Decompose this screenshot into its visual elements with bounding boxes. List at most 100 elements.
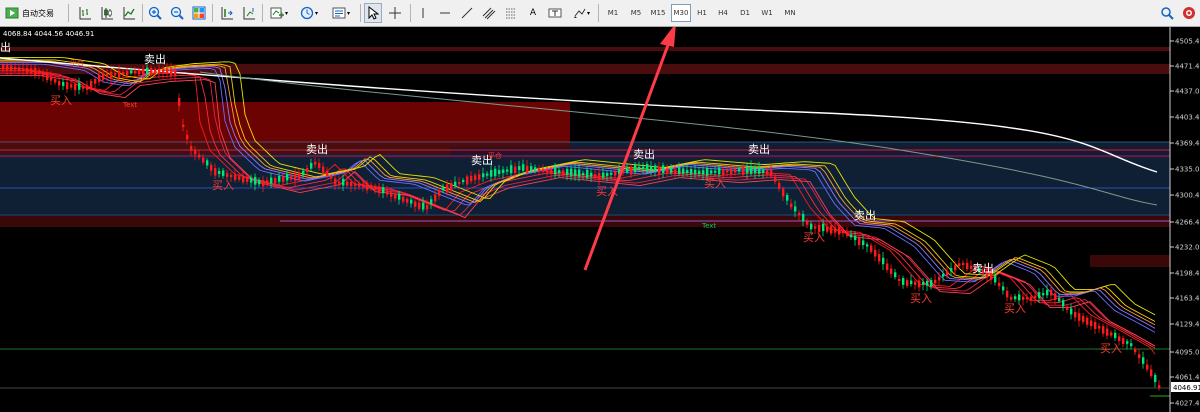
candle-body — [710, 170, 713, 174]
account-button[interactable] — [1180, 3, 1198, 23]
zoom-out-button[interactable] — [168, 3, 186, 23]
trendline-tool-button[interactable] — [458, 3, 476, 23]
candle-body — [1030, 296, 1033, 300]
candle-body — [922, 281, 925, 285]
price-axis-label: 4129.40 — [1175, 321, 1200, 329]
auto-scroll-button[interactable] — [240, 3, 258, 23]
candle-body — [398, 193, 401, 200]
candle-body — [1026, 297, 1029, 300]
candle-body — [642, 166, 645, 170]
candle-body — [450, 182, 453, 191]
candle-body — [1082, 316, 1085, 322]
candle-body — [86, 85, 89, 90]
tf-h4[interactable]: H4 — [714, 4, 732, 22]
search-icon — [1161, 7, 1174, 20]
vertical-line-tool-button[interactable] — [414, 3, 432, 23]
candle-body — [1058, 298, 1061, 302]
candle-body — [1090, 320, 1093, 327]
tf-d1[interactable]: D1 — [736, 4, 754, 22]
candlestick-button[interactable] — [98, 3, 116, 23]
candle-body — [362, 183, 365, 188]
periods-button[interactable]: ▾ — [296, 3, 322, 23]
horizontal-line-tool-button[interactable] — [436, 3, 454, 23]
price-chart[interactable]: 出卖出买入卖出买入卖出买入卖出 卖出买入卖出买入卖出买入买入买入平仓Text平仓T… — [0, 27, 1200, 412]
zoom-in-button[interactable] — [146, 3, 164, 23]
candle-body — [926, 280, 929, 286]
price-axis-label: 4095.00 — [1175, 349, 1200, 357]
candle-body — [1010, 296, 1013, 300]
candle-body — [406, 198, 409, 203]
arrows-icon — [573, 8, 586, 18]
tf-mn[interactable]: MN — [780, 4, 800, 22]
arrows-tool-button[interactable]: ▾ — [568, 3, 594, 23]
candle-body — [374, 186, 377, 190]
channel-tool-button[interactable] — [480, 3, 498, 23]
price-axis-label: 4300.40 — [1175, 192, 1200, 200]
candle-body — [1150, 369, 1153, 376]
candle-body — [614, 171, 617, 176]
candle-body — [430, 199, 433, 204]
candle-body — [530, 166, 533, 171]
candle-body — [106, 74, 109, 77]
candle-body — [298, 172, 301, 180]
candle-body — [898, 278, 901, 281]
candle-body — [418, 202, 421, 209]
tf-h1[interactable]: H1 — [693, 4, 711, 22]
auto-trading-button[interactable]: 自动交易 — [3, 3, 63, 23]
candle-body — [366, 182, 369, 191]
line-chart-button[interactable] — [120, 3, 138, 23]
candle-body — [950, 268, 953, 272]
candle-body — [674, 169, 677, 174]
candle-body — [502, 169, 505, 173]
candle-body — [722, 169, 725, 175]
tf-m5[interactable]: M5 — [626, 4, 646, 22]
candle-body — [302, 170, 305, 175]
sell-signal-label: 卖出 — [854, 208, 876, 222]
candle-body — [166, 68, 169, 74]
candle-body — [938, 277, 941, 281]
crosshair-tool-button[interactable] — [386, 3, 404, 23]
candle-body — [114, 73, 117, 76]
candle-body — [230, 174, 233, 177]
templates-button[interactable]: ▾ — [328, 3, 354, 23]
candle-body — [378, 186, 381, 194]
candle-body — [598, 172, 601, 181]
candle-body — [578, 169, 581, 177]
candle-body — [754, 167, 757, 174]
tf-w1[interactable]: W1 — [758, 4, 776, 22]
bar-chart-button[interactable] — [76, 3, 94, 23]
candle-body — [774, 176, 777, 182]
text-tool-button[interactable]: A — [524, 3, 542, 23]
tile-windows-button[interactable] — [190, 3, 208, 23]
candle-body — [790, 203, 793, 208]
candle-body — [934, 279, 937, 284]
candle-body — [742, 167, 745, 175]
candle-body — [698, 170, 701, 175]
candle-body — [882, 257, 885, 265]
candle-body — [566, 169, 569, 175]
chart-shift-button[interactable] — [218, 3, 236, 23]
candle-body — [1018, 294, 1021, 301]
tf-m30[interactable]: M30 — [671, 4, 691, 22]
candle-body — [234, 174, 237, 180]
price-axis-label: 4335.00 — [1175, 166, 1200, 174]
search-button[interactable] — [1158, 3, 1176, 23]
candle-body — [1146, 364, 1149, 370]
candle-body — [102, 73, 105, 80]
candle-body — [718, 167, 721, 175]
tf-m15[interactable]: M15 — [647, 4, 669, 22]
candle-body — [306, 168, 309, 173]
indicators-button[interactable]: ▾ — [266, 3, 292, 23]
tf-m1[interactable]: M1 — [603, 4, 623, 22]
candle-body — [702, 170, 705, 175]
candle-body — [646, 163, 649, 172]
candle-body — [246, 178, 249, 182]
candle-body — [1042, 293, 1045, 296]
fibonacci-tool-button[interactable] — [502, 3, 520, 23]
candle-body — [890, 268, 893, 274]
candle-body — [550, 168, 553, 175]
text-label-tool-button[interactable] — [546, 3, 564, 23]
candle-body — [1034, 295, 1037, 299]
candle-body — [154, 69, 157, 73]
cursor-tool-button[interactable] — [364, 3, 382, 23]
